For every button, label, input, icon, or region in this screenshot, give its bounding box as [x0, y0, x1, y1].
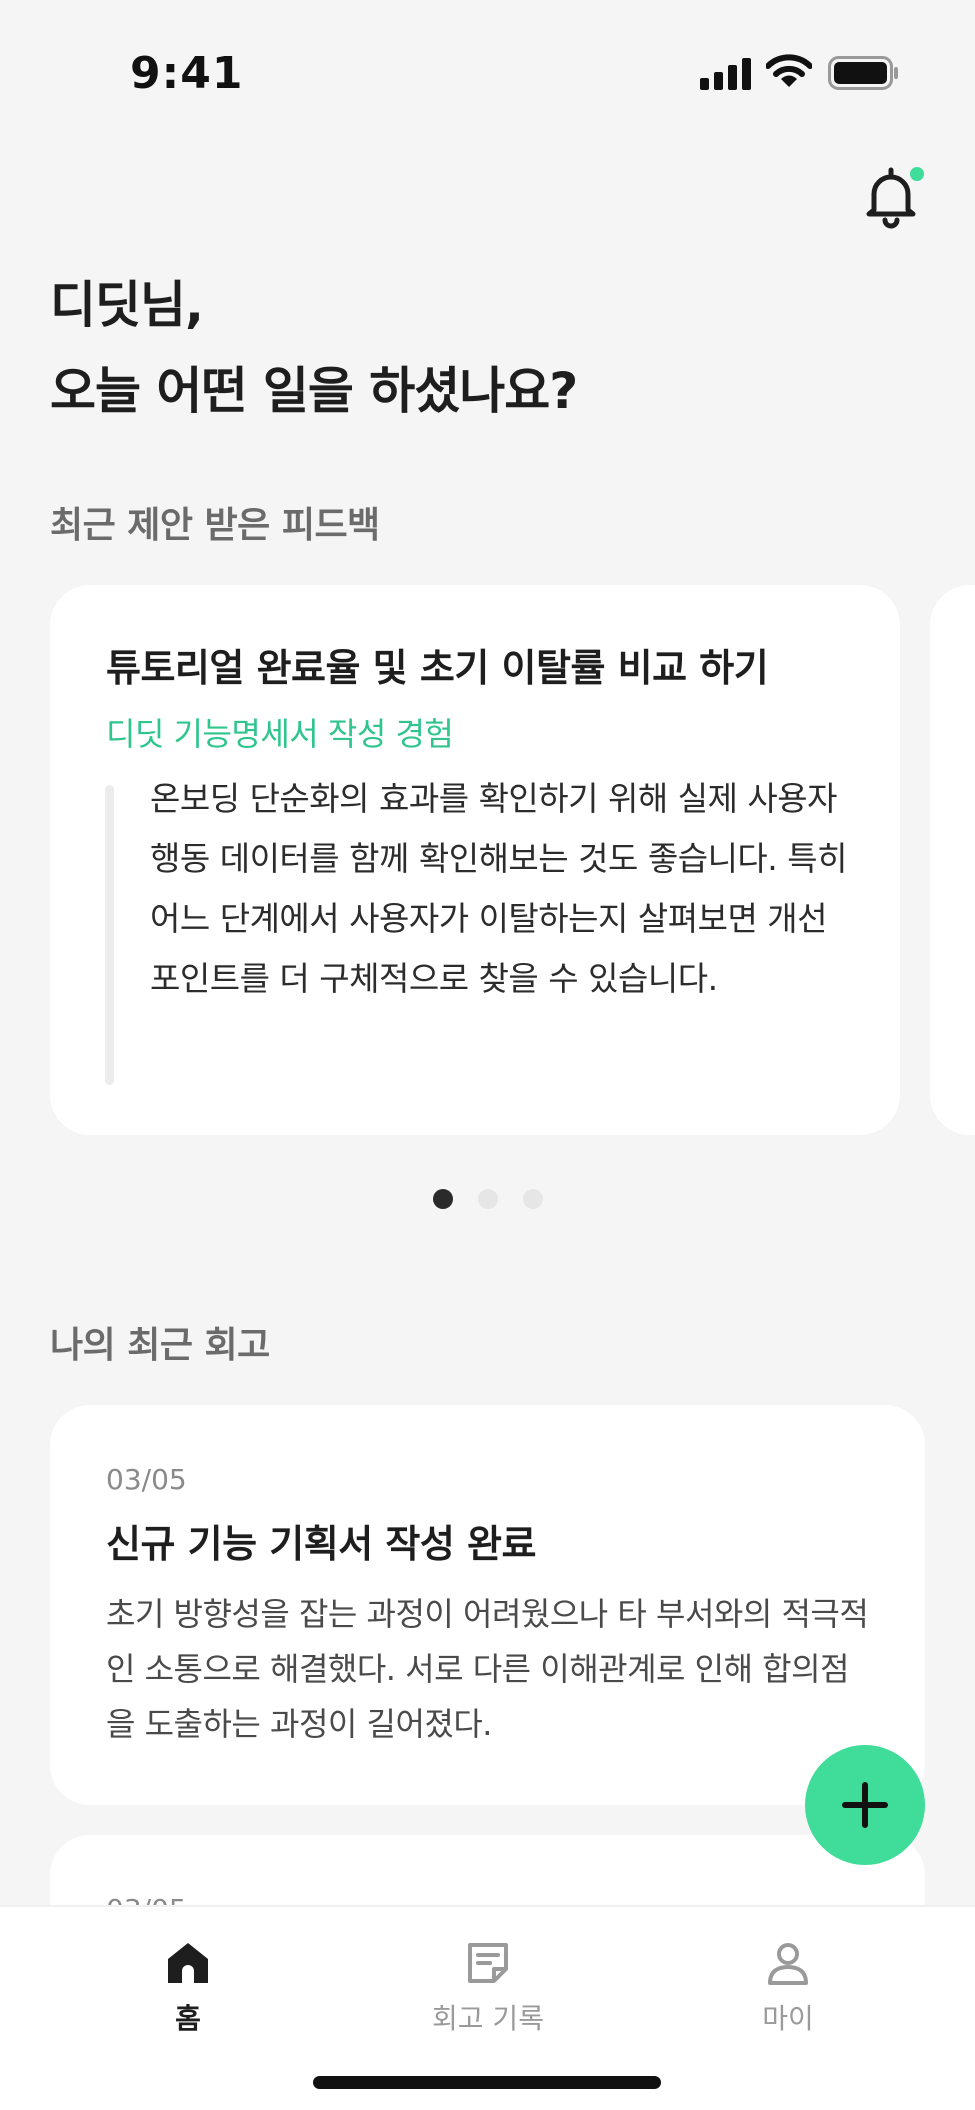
status-time: 9:41: [130, 48, 244, 99]
feedback-card-next-peek[interactable]: [930, 585, 975, 1135]
signal-icon: [700, 58, 751, 90]
pagination-dot[interactable]: [522, 1189, 543, 1209]
reflection-date: 03/05: [106, 1463, 187, 1496]
tab-label: 마이: [762, 2002, 814, 2035]
home-icon: [168, 1943, 208, 1983]
person-icon: [768, 1943, 808, 1985]
feedback-subtitle: 디딧 기능명세서 작성 경험: [106, 715, 454, 753]
tab-reflection-record[interactable]: 회고 기록: [388, 1939, 588, 2037]
note-icon: [468, 1943, 508, 1983]
quote-bar: [105, 785, 114, 1085]
pagination-dot[interactable]: [477, 1189, 498, 1209]
carousel-pagination: [0, 1189, 975, 1209]
feedback-title: 튜토리얼 완료율 및 초기 이탈률 비교 하기: [106, 646, 769, 690]
status-bar: 9:41: [0, 0, 975, 140]
reflection-section-title: 나의 최근 회고: [50, 1325, 270, 1366]
greeting-line-2: 오늘 어떤 일을 하셨나요?: [50, 362, 578, 420]
tab-home[interactable]: 홈: [88, 1939, 288, 2037]
greeting: 디딧님, 오늘 어떤 일을 하셨나요?: [50, 262, 578, 434]
feedback-body: 온보딩 단순화의 효과를 확인하기 위해 실제 사용자 행동 데이터를 함께 확…: [150, 779, 848, 998]
notification-button[interactable]: [858, 162, 928, 232]
tab-my[interactable]: 마이: [688, 1939, 888, 2037]
tab-label: 홈: [175, 2002, 201, 2035]
greeting-line-1: 디딧님,: [50, 276, 204, 334]
tab-label: 회고 기록: [432, 2002, 544, 2035]
bell-icon: [866, 167, 924, 229]
wifi-icon: [766, 54, 812, 87]
battery-icon: [828, 56, 898, 90]
feedback-section-title: 최근 제안 받은 피드백: [50, 505, 380, 546]
feedback-card[interactable]: 튜토리얼 완료율 및 초기 이탈률 비교 하기 디딧 기능명세서 작성 경험 온…: [50, 585, 900, 1135]
reflection-title: 신규 기능 기획서 작성 완료: [106, 1522, 536, 1566]
pagination-dot[interactable]: [432, 1189, 453, 1209]
home-indicator: [313, 2076, 661, 2089]
plus-icon: [842, 1782, 888, 1828]
add-reflection-button[interactable]: [805, 1745, 925, 1865]
reflection-body: 초기 방향성을 잡는 과정이 어려웠으나 타 부서와의 적극적인 소통으로 해결…: [106, 1595, 869, 1743]
reflection-card[interactable]: 03/05 신규 기능 기획서 작성 완료 초기 방향성을 잡는 과정이 어려웠…: [50, 1405, 925, 1805]
notification-dot: [910, 167, 924, 181]
